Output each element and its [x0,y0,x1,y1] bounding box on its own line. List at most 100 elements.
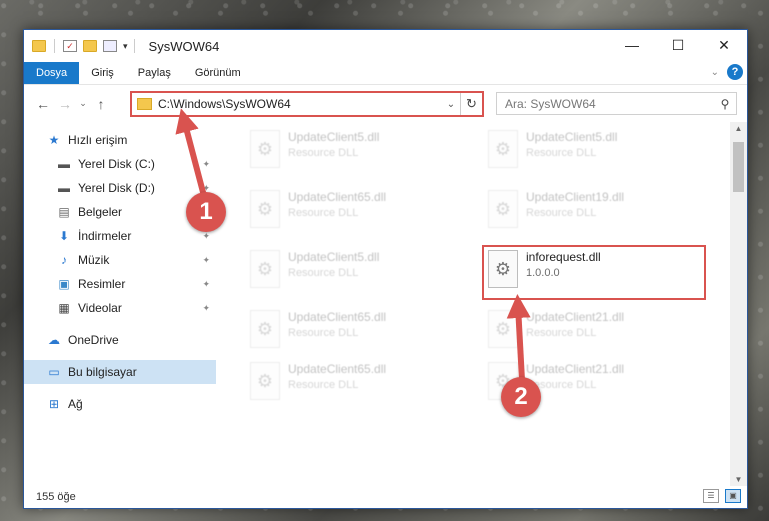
pin-icon[interactable]: ✦ [202,255,210,266]
details-view-icon[interactable]: ☰ [703,489,719,503]
toolbar-separator [54,39,55,53]
file-item[interactable]: ⚙ UpdateClient5.dll Resource DLL [250,250,379,288]
sidebar-item-label: Resimler [78,277,126,291]
item-count: 155 öğe [36,491,76,503]
file-item[interactable]: ⚙ UpdateClient5.dll Resource DLL [488,130,617,168]
forward-button[interactable]: → [54,96,76,112]
file-item[interactable]: ⚙ UpdateClient5.dll Resource DLL [250,130,379,168]
pin-icon[interactable]: ✦ [202,231,210,242]
dll-file-icon: ⚙ [250,250,280,288]
vertical-scrollbar[interactable]: ▲ ▼ [730,122,747,486]
sidebar-item-label: Bu bilgisayar [68,365,137,379]
back-button[interactable]: ← [32,96,54,112]
sidebar-item-label: OneDrive [68,333,119,347]
sidebar-item-downloads[interactable]: ⬇ İndirmeler ✦ [24,224,216,248]
refresh-button[interactable]: ↻ [460,93,482,115]
search-icon[interactable]: ⚲ [714,97,736,111]
sidebar-item-label: Hızlı erişim [68,133,128,147]
customize-toolbar-icon[interactable]: ▾ [123,41,128,52]
view-options-icon[interactable] [103,40,117,52]
download-icon: ⬇ [58,229,70,243]
dll-file-icon: ⚙ [488,310,518,348]
file-type: Resource DLL [288,147,359,159]
cloud-icon: ☁ [48,333,60,347]
expand-ribbon-icon[interactable]: ⌄ [711,67,719,78]
pin-icon[interactable]: ✦ [202,279,210,290]
sidebar-item-label: Ağ [68,397,83,411]
file-type: Resource DLL [526,327,597,339]
maximize-button[interactable]: ☐ [655,30,701,60]
sidebar-item-disk-d[interactable]: ▬ Yerel Disk (D:) ✦ [24,176,216,200]
computer-icon: ▭ [48,365,60,379]
search-box[interactable]: Ara: SysWOW64 ⚲ [496,92,737,115]
properties-icon[interactable]: ✓ [63,40,77,52]
sidebar-item-label: Yerel Disk (C:) [78,157,155,171]
sidebar-item-pictures[interactable]: ▣ Resimler ✦ [24,272,216,296]
dll-file-icon: ⚙ [250,190,280,228]
new-folder-icon[interactable] [83,40,97,52]
dll-file-icon: ⚙ [250,362,280,400]
folder-icon[interactable] [32,40,46,52]
recent-locations-button[interactable]: ⌄ [76,98,90,109]
videos-icon: ▦ [58,301,70,315]
file-type: Resource DLL [288,207,359,219]
annotation-badge-1: 1 [186,192,226,232]
file-type: Resource DLL [526,147,597,159]
tab-view[interactable]: Görünüm [183,62,253,84]
file-item[interactable]: ⚙ UpdateClient65.dll Resource DLL [250,362,386,400]
close-button[interactable]: ✕ [701,30,747,60]
tab-file[interactable]: Dosya [24,62,80,84]
file-name: UpdateClient5.dll [288,250,380,264]
scroll-up-icon[interactable]: ▲ [730,124,747,133]
star-icon: ★ [48,133,60,147]
file-type: Resource DLL [288,327,359,339]
address-path[interactable]: C:\Windows\SysWOW64 [158,97,442,111]
title-separator [133,39,135,53]
file-item[interactable]: ⚙ UpdateClient21.dll Resource DLL [488,310,624,348]
file-name: UpdateClient65.dll [288,362,387,376]
minimize-button[interactable]: — [609,30,655,60]
dll-file-icon: ⚙ [488,190,518,228]
scrollbar-thumb[interactable] [733,142,744,192]
pictures-icon: ▣ [58,277,70,291]
title-bar: ✓ ▾ SysWOW64 — ☐ ✕ [24,30,747,62]
sidebar-item-label: Yerel Disk (D:) [78,181,155,195]
sidebar-item-music[interactable]: ♪ Müzik ✦ [24,248,216,272]
file-name: UpdateClient19.dll [526,190,625,204]
explorer-window: ✓ ▾ SysWOW64 — ☐ ✕ Dosya Giriş Paylaş Gö… [23,29,748,509]
file-name: UpdateClient5.dll [526,130,618,144]
sidebar-item-network[interactable]: ⊞ Ağ [24,392,216,416]
ribbon-right-controls: ⌄ ? [711,64,743,80]
network-icon: ⊞ [48,397,60,411]
help-icon[interactable]: ? [727,64,743,80]
scroll-down-icon[interactable]: ▼ [730,475,747,484]
sidebar-item-disk-c[interactable]: ▬ Yerel Disk (C:) ✦ [24,152,216,176]
sidebar-item-label: Videolar [78,301,122,315]
address-bar[interactable]: C:\Windows\SysWOW64 ⌄ ↻ [130,91,484,117]
main-area: ★ Hızlı erişim ▬ Yerel Disk (C:) ✦ ▬ Yer… [24,122,747,486]
sidebar-item-label: İndirmeler [78,229,132,243]
file-item[interactable]: ⚙ UpdateClient65.dll Resource DLL [250,310,386,348]
tab-share[interactable]: Paylaş [126,62,183,84]
address-dropdown-icon[interactable]: ⌄ [442,99,460,110]
file-item[interactable]: ⚙ UpdateClient65.dll Resource DLL [250,190,386,228]
window-controls: — ☐ ✕ [609,30,747,60]
sidebar-item-videos[interactable]: ▦ Videolar ✦ [24,296,216,320]
up-button[interactable]: ↑ [90,96,112,112]
folder-icon [137,98,152,110]
navigation-bar: ← → ⌄ ↑ C:\Windows\SysWOW64 ⌄ ↻ Ara: Sys… [24,84,747,122]
file-list: ⚙ UpdateClient5.dll Resource DLL ⚙ Update… [216,122,730,486]
file-item[interactable]: ⚙ UpdateClient19.dll Resource DLL [488,190,624,228]
pin-icon[interactable]: ✦ [202,159,210,170]
sidebar-item-onedrive[interactable]: ☁ OneDrive [24,328,216,352]
tab-home[interactable]: Giriş [79,62,126,84]
file-name: UpdateClient65.dll [288,190,387,204]
search-input[interactable]: Ara: SysWOW64 [505,97,714,111]
large-icons-view-icon[interactable]: ▣ [725,489,741,503]
sidebar-item-quick-access[interactable]: ★ Hızlı erişim [24,128,216,152]
sidebar-item-this-pc[interactable]: ▭ Bu bilgisayar [24,360,216,384]
music-icon: ♪ [61,253,67,267]
pin-icon[interactable]: ✦ [202,303,210,314]
